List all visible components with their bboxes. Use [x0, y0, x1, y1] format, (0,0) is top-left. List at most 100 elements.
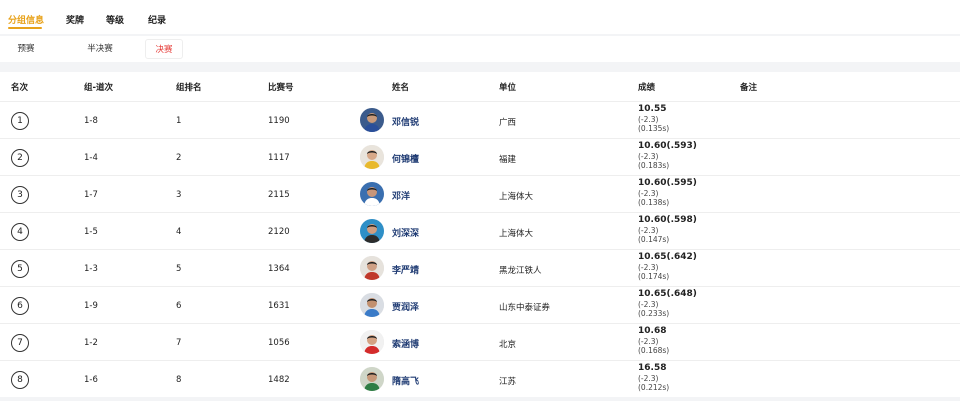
group-rank-cell: 7: [176, 338, 182, 348]
result-reaction: (0.174s): [638, 272, 670, 281]
round-heats-button[interactable]: 预赛: [8, 39, 44, 59]
result-cell: 10.60(.593) (-2.3) (0.183s): [638, 141, 697, 171]
group-lane-cell: 1-3: [84, 264, 98, 274]
table-row: 2 1-4 2 1117 何锦檀 福建 10.60(.593) (-2.3) (…: [0, 138, 960, 175]
group-lane-cell: 1-7: [84, 190, 98, 200]
athlete-name-link[interactable]: 贾润泽: [392, 300, 419, 313]
header-name: 姓名: [392, 83, 410, 93]
bib-cell: 1056: [268, 338, 290, 348]
bib-cell: 1364: [268, 264, 290, 274]
result-reaction: (0.147s): [638, 235, 670, 244]
athlete-avatar: [360, 108, 384, 132]
table-row: 1 1-8 1 1190 邓信锐 广西 10.55 (-2.3) (0.135s…: [0, 101, 960, 138]
result-wind: (-2.3): [638, 188, 659, 198]
group-lane-cell: 1-4: [84, 153, 98, 163]
result-reaction: (0.183s): [638, 161, 670, 170]
table-row: 6 1-9 6 1631 贾润泽 山东中泰证券 10.65(.648) (-2.…: [0, 286, 960, 323]
result-time: 10.68: [638, 326, 667, 336]
table-row: 5 1-3 5 1364 李严靖 黑龙江铁人 10.65(.642) (-2.3…: [0, 249, 960, 286]
result-cell: 10.65(.648) (-2.3) (0.233s): [638, 289, 697, 319]
bib-cell: 2120: [268, 227, 290, 237]
header-group-lane: 组-道次: [84, 83, 114, 93]
bib-cell: 2115: [268, 190, 290, 200]
rank-badge: 4: [11, 223, 29, 241]
table-row: 7 1-2 7 1056 索涵博 北京 10.68 (-2.3) (0.168s…: [0, 323, 960, 360]
unit-cell: 黑龙江铁人: [499, 266, 542, 276]
athlete-name-link[interactable]: 隋高飞: [392, 374, 419, 387]
header-remark: 备注: [740, 83, 758, 93]
tab-group-info[interactable]: 分组信息: [8, 13, 44, 26]
rank-badge: 6: [11, 297, 29, 315]
group-rank-cell: 8: [176, 375, 182, 385]
group-lane-cell: 1-5: [84, 227, 98, 237]
result-cell: 10.60(.595) (-2.3) (0.138s): [638, 178, 697, 208]
result-time: 10.65(.648): [638, 289, 697, 299]
rank-badge: 2: [11, 149, 29, 167]
group-rank-cell: 6: [176, 301, 182, 311]
result-reaction: (0.212s): [638, 383, 670, 392]
unit-cell: 北京: [499, 340, 517, 350]
header-rank: 名次: [11, 83, 29, 93]
result-time: 10.60(.595): [638, 178, 697, 188]
result-reaction: (0.135s): [638, 124, 670, 133]
round-final-button[interactable]: 决赛: [145, 39, 183, 59]
result-wind: (-2.3): [638, 151, 659, 161]
header-result: 成绩: [638, 83, 656, 93]
rank-badge: 7: [11, 334, 29, 352]
athlete-name-link[interactable]: 何锦檀: [392, 152, 419, 165]
athlete-name-link[interactable]: 邓洋: [392, 189, 410, 202]
round-selector: 预赛 半决赛 决赛: [0, 36, 960, 62]
athlete-avatar: [360, 182, 384, 206]
bib-cell: 1190: [268, 116, 290, 126]
result-wind: (-2.3): [638, 336, 659, 346]
group-lane-cell: 1-8: [84, 116, 98, 126]
header-unit: 单位: [499, 83, 517, 93]
athlete-name-link[interactable]: 邓信锐: [392, 115, 419, 128]
group-rank-cell: 5: [176, 264, 182, 274]
result-cell: 10.60(.598) (-2.3) (0.147s): [638, 215, 697, 245]
rank-badge: 1: [11, 112, 29, 130]
result-reaction: (0.138s): [638, 198, 670, 207]
result-time: 10.65(.642): [638, 252, 697, 262]
result-cell: 10.55 (-2.3) (0.135s): [638, 104, 670, 134]
athlete-avatar: [360, 145, 384, 169]
group-lane-cell: 1-2: [84, 338, 98, 348]
athlete-avatar: [360, 293, 384, 317]
result-reaction: (0.168s): [638, 346, 670, 355]
result-wind: (-2.3): [638, 225, 659, 235]
result-cell: 10.68 (-2.3) (0.168s): [638, 326, 670, 356]
table-row: 4 1-5 4 2120 刘深深 上海体大 10.60(.598) (-2.3)…: [0, 212, 960, 249]
unit-cell: 山东中泰证券: [499, 303, 551, 313]
group-rank-cell: 1: [176, 116, 182, 126]
unit-cell: 福建: [499, 155, 517, 165]
unit-cell: 上海体大: [499, 192, 534, 202]
result-wind: (-2.3): [638, 114, 659, 124]
unit-cell: 广西: [499, 118, 517, 128]
rank-badge: 5: [11, 260, 29, 278]
athlete-avatar: [360, 367, 384, 391]
rank-badge: 8: [11, 371, 29, 389]
result-time: 10.60(.593): [638, 141, 697, 151]
athlete-name-link[interactable]: 索涵博: [392, 337, 419, 350]
result-time: 16.58: [638, 363, 667, 373]
bib-cell: 1482: [268, 375, 290, 385]
results-table: 名次 组-道次 组排名 比赛号 姓名 单位 成绩 备注 1 1-8 1 1190…: [0, 72, 960, 397]
top-tab-bar: 分组信息 奖牌 等级 纪录: [0, 0, 960, 34]
athlete-name-link[interactable]: 李严靖: [392, 263, 419, 276]
athlete-avatar: [360, 330, 384, 354]
tab-grades[interactable]: 等级: [106, 13, 124, 26]
rank-badge: 3: [11, 186, 29, 204]
group-rank-cell: 2: [176, 153, 182, 163]
group-rank-cell: 3: [176, 190, 182, 200]
tab-medals[interactable]: 奖牌: [66, 13, 84, 26]
table-row: 8 1-6 8 1482 隋高飞 江苏 16.58 (-2.3) (0.212s…: [0, 360, 960, 397]
table-row: 3 1-7 3 2115 邓洋 上海体大 10.60(.595) (-2.3) …: [0, 175, 960, 212]
group-lane-cell: 1-9: [84, 301, 98, 311]
athlete-name-link[interactable]: 刘深深: [392, 226, 419, 239]
tab-records[interactable]: 纪录: [148, 13, 166, 26]
result-cell: 16.58 (-2.3) (0.212s): [638, 363, 670, 393]
result-time: 10.60(.598): [638, 215, 697, 225]
round-semifinal-button[interactable]: 半决赛: [80, 39, 120, 59]
result-wind: (-2.3): [638, 373, 659, 383]
result-wind: (-2.3): [638, 262, 659, 272]
